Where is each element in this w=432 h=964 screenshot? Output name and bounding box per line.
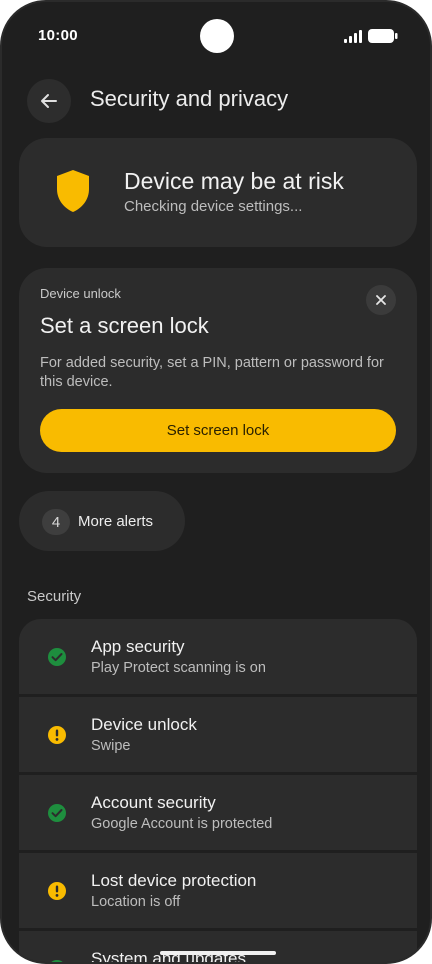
list-item-device-unlock[interactable]: Device unlock Swipe (19, 697, 417, 772)
status-bar: 10:00 (2, 2, 430, 72)
alerts-count-badge: 4 (42, 509, 70, 535)
card-description: For added security, set a PIN, pattern o… (40, 355, 384, 390)
card-eyebrow: Device unlock (40, 286, 121, 301)
phone-screen: 10:00 Security and privacy Device may be… (0, 0, 432, 964)
signal-icon (344, 30, 362, 43)
close-icon (376, 295, 386, 305)
card-title: Set a screen lock (40, 313, 209, 338)
list-item-lost-device-protection[interactable]: Lost device protection Location is off (19, 853, 417, 928)
top-app-bar: Security and privacy (2, 77, 430, 125)
list-item-subtitle: Play Protect scanning is on (91, 660, 266, 676)
check-circle-icon (51, 960, 63, 962)
warning-circle-icon (48, 882, 66, 900)
list-item-account-security[interactable]: Account security Google Account is prote… (19, 775, 417, 850)
arrow-back-icon (41, 94, 57, 108)
list-item-title: App security (91, 637, 185, 656)
list-item-app-security[interactable]: App security Play Protect scanning is on (19, 619, 417, 694)
back-button[interactable] (27, 79, 71, 123)
front-camera (200, 19, 234, 53)
list-item-title: Account security (91, 793, 216, 812)
check-circle-icon (48, 648, 66, 666)
more-alerts-label: More alerts (78, 513, 154, 530)
list-item-system-and-updates[interactable]: System and updates (19, 931, 417, 962)
list-item-title: Device unlock (91, 715, 197, 734)
risk-subtitle: Checking device settings... (124, 198, 303, 215)
list-item-subtitle: Location is off (91, 894, 181, 910)
risk-title: Device may be at risk (124, 168, 344, 194)
warning-circle-icon (48, 726, 66, 744)
shield-icon (57, 170, 89, 212)
set-screen-lock-button[interactable]: Set screen lock (40, 409, 396, 452)
section-header-security: Security (27, 588, 82, 605)
page-title: Security and privacy (90, 86, 289, 111)
list-item-subtitle: Swipe (91, 738, 131, 754)
status-time: 10:00 (38, 27, 78, 44)
list-item-title: Lost device protection (91, 871, 257, 890)
dismiss-button[interactable] (366, 285, 396, 315)
list-item-subtitle: Google Account is protected (91, 816, 273, 832)
home-indicator[interactable] (160, 951, 276, 955)
battery-icon (368, 29, 398, 43)
check-circle-icon (48, 804, 66, 822)
